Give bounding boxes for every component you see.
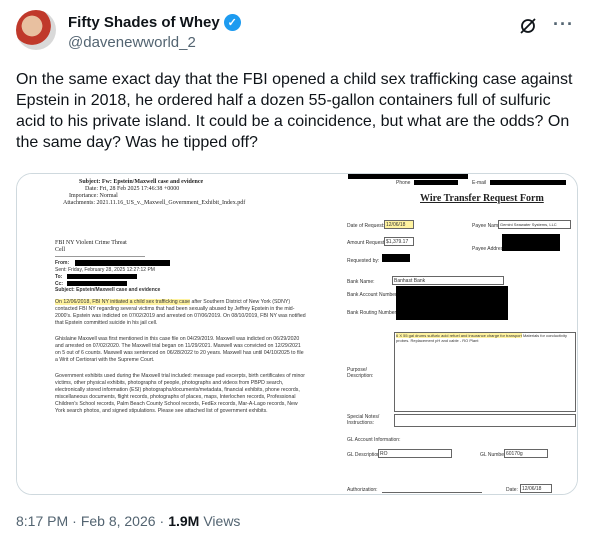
grok-icon[interactable]	[518, 16, 538, 36]
doc-subject: Subject: Fw: Epstein/Maxwell case and ev…	[79, 179, 204, 185]
email-document-image: Subject: Fw: Epstein/Maxwell case and ev…	[17, 174, 317, 494]
form-title: Wire Transfer Request Form	[420, 193, 544, 204]
doc-org: FBI NY Violent Crime Threat	[55, 240, 127, 246]
form-header-phone: Phone	[396, 180, 411, 186]
bank-routing-label: Bank Routing Number:	[347, 310, 398, 316]
gl-number-label: GL Number:	[480, 452, 508, 458]
author-handle[interactable]: @davenewworld_2	[68, 34, 196, 51]
doc-sent: Sent: Friday, February 28, 2025 12:27:12…	[55, 267, 155, 273]
tweet-date[interactable]: Feb 8, 2026	[81, 513, 156, 529]
doc-date: Date: Fri, 28 Feb 2025 17:46:38 +0000	[85, 186, 180, 192]
meta-separator: ·	[159, 513, 165, 529]
meta-separator: ·	[72, 513, 77, 529]
doc-importance: Importance: Normal	[69, 193, 118, 199]
tweet-meta: 8:17 PM · Feb 8, 2026 · 1.9M Views	[16, 513, 240, 529]
redaction	[75, 260, 170, 266]
doc-attachments: Attachments: 2021.11.16_US_v._Maxwell_Go…	[63, 200, 246, 206]
wire-transfer-form-image: Phone E-mail Wire Transfer Request Form …	[322, 174, 577, 494]
doc-from: From:	[55, 260, 70, 266]
highlighted-text: On 12/06/2018, FBI NY initiated a child …	[55, 299, 191, 305]
more-icon[interactable]: ···	[553, 14, 574, 35]
redaction	[67, 281, 127, 286]
views-count: 1.9M	[168, 513, 200, 529]
gl-description-label: GL Description:	[347, 452, 382, 458]
author-name-row[interactable]: Fifty Shades of Whey ✓	[68, 14, 241, 31]
verified-badge-icon: ✓	[223, 14, 241, 31]
purpose-value: 6 X 55 gal drums sulfuric acid refuel an…	[396, 333, 574, 343]
payee-name-value: Gemini Seawater Systems, LLC	[498, 220, 571, 229]
purpose-box	[394, 332, 576, 412]
gl-number-value: 60170g	[504, 449, 548, 458]
doc-to: To:	[55, 274, 63, 280]
form-header-email: E-mail	[472, 180, 487, 186]
avatar[interactable]	[16, 10, 56, 50]
bank-name-value: Banhast Bank	[392, 276, 504, 285]
amount-value: $1,379.17	[384, 237, 414, 246]
authorization-label: Authorization:	[347, 487, 378, 493]
doc-cell: Cell	[55, 247, 65, 253]
views-label: Views	[203, 513, 241, 529]
signature-divider	[55, 256, 145, 257]
redaction	[502, 234, 560, 251]
paragraph-1: On 12/06/2018, FBI NY initiated a child …	[55, 299, 307, 327]
bank-account-label: Bank Account Number:	[347, 292, 399, 298]
redaction	[67, 274, 137, 279]
date2-value: 12/06/18	[520, 484, 552, 493]
purpose-label: Purpose/ Description:	[347, 367, 374, 379]
requested-by-label: Requested by:	[347, 258, 380, 264]
tweet-media[interactable]: Subject: Fw: Epstein/Maxwell case and ev…	[16, 173, 578, 495]
date-value: 12/06/18	[384, 220, 414, 229]
tweet-header: Fifty Shades of Whey ✓ @davenewworld_2 ·…	[16, 10, 578, 58]
redaction	[414, 180, 458, 185]
date-label: Date of Request:	[347, 223, 385, 229]
tweet-text: On the same exact day that the FBI opene…	[16, 71, 573, 151]
redaction	[490, 180, 566, 185]
special-notes-label: Special Notes/ Instructions:	[347, 414, 380, 426]
special-notes-box	[394, 414, 576, 427]
paragraph-3: Government exhibits used during the Maxw…	[55, 373, 305, 414]
date2-label: Date:	[506, 487, 518, 493]
paragraph-2: Ghislaine Maxwell was first mentioned in…	[55, 336, 304, 363]
redaction	[348, 174, 468, 179]
gl-account-label: GL Account Information:	[347, 437, 401, 443]
redaction	[382, 254, 410, 262]
redaction	[396, 286, 508, 320]
author-display-name[interactable]: Fifty Shades of Whey	[68, 14, 220, 31]
authorization-line	[382, 492, 482, 493]
tweet-time[interactable]: 8:17 PM	[16, 513, 68, 529]
doc-subject2: Subject: Epstein/Maxwell case and eviden…	[55, 287, 161, 293]
gl-description-value: RO	[378, 449, 452, 458]
bank-name-label: Bank Name:	[347, 279, 375, 285]
